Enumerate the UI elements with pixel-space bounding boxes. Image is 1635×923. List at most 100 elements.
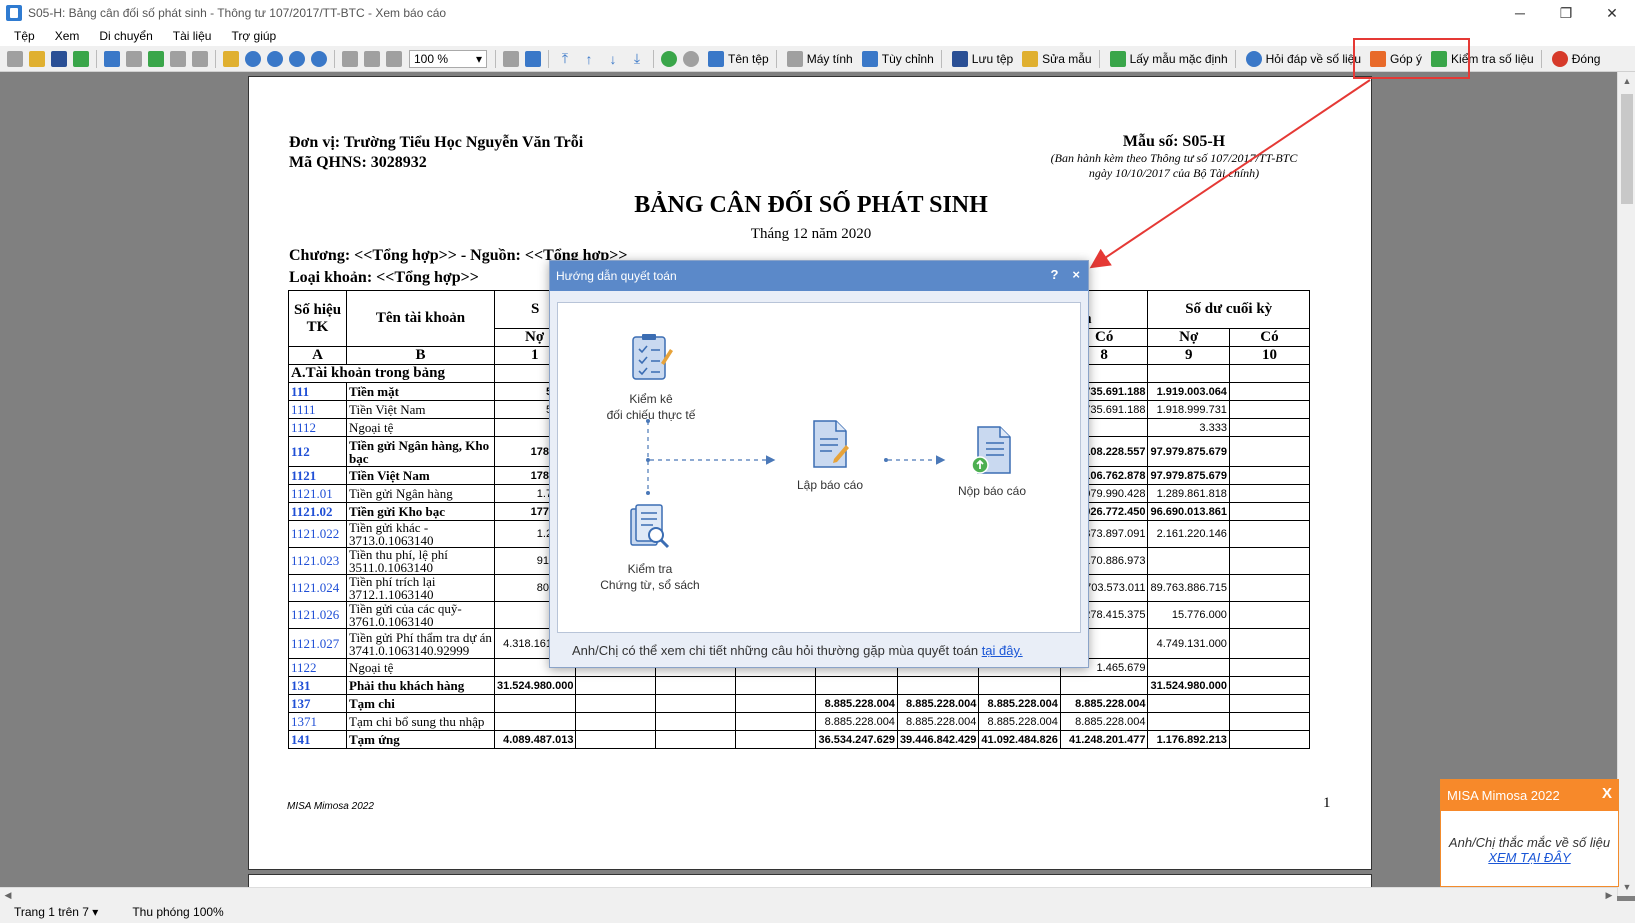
toast-link[interactable]: XEM TẠI ĐÂY xyxy=(1441,850,1618,865)
toolbar-separator xyxy=(96,49,97,68)
account-name-cell: Tạm chi xyxy=(346,694,495,713)
page-indicator-label: Trang 1 trên 7 xyxy=(14,905,89,919)
print-icon[interactable] xyxy=(7,50,23,67)
edit-template-label: Sửa mẫu xyxy=(1042,51,1092,66)
form-info: Mẫu số: S05-H (Ban hành kèm theo Thông t… xyxy=(1009,133,1339,181)
close-button[interactable]: Đóng xyxy=(1549,50,1601,67)
open-folder-icon[interactable] xyxy=(29,50,45,67)
table-cell xyxy=(1228,364,1310,383)
amount-cell xyxy=(1228,466,1310,485)
amount-cell xyxy=(896,676,980,695)
refresh-icon[interactable] xyxy=(148,50,164,67)
toast-close-icon[interactable]: X xyxy=(1602,785,1612,802)
minimize-button[interactable]: ─ xyxy=(1497,0,1543,26)
app-icon xyxy=(6,5,22,21)
undo-icon xyxy=(1109,50,1126,67)
amount-cell xyxy=(575,676,657,695)
account-name-cell: Tiền phí trích lại 3712.1.1063140 xyxy=(346,574,495,602)
data-qa-button[interactable]: Hỏi đáp về số liệu xyxy=(1243,50,1362,67)
forward-icon[interactable] xyxy=(683,50,699,67)
page-setup-icon[interactable] xyxy=(170,50,186,67)
multi-page-icon[interactable] xyxy=(525,50,541,67)
single-page-icon[interactable] xyxy=(503,50,519,67)
vertical-scrollbar[interactable]: ▲ ▼ xyxy=(1617,72,1635,896)
menu-file[interactable]: Tệp xyxy=(6,29,47,43)
last-page-icon[interactable]: ⤓ xyxy=(629,50,645,67)
menu-view[interactable]: Xem xyxy=(47,29,92,43)
amount-cell: 1.176.892.213 xyxy=(1147,730,1230,749)
fit-page-icon[interactable] xyxy=(364,50,380,67)
dialog-help-icon[interactable]: ? xyxy=(1050,267,1058,282)
back-icon[interactable] xyxy=(661,50,677,67)
account-name-cell: Tiền gửi Phí thẩm tra dự án 3741.0.10631… xyxy=(346,628,495,659)
amount-cell xyxy=(1228,712,1310,731)
account-name-cell: Tiền Việt Nam xyxy=(346,400,495,419)
export-icon[interactable] xyxy=(73,50,89,67)
amount-cell xyxy=(655,712,737,731)
zoom-out-icon[interactable] xyxy=(289,50,305,67)
edit-template-button[interactable]: Sửa mẫu xyxy=(1019,50,1092,67)
account-code-cell: 137 xyxy=(288,694,347,713)
vertical-scroll-thumb[interactable] xyxy=(1621,94,1633,204)
account-code-cell: 1111 xyxy=(288,400,347,419)
close-label: Đóng xyxy=(1571,51,1601,66)
dialog-close-icon[interactable]: × xyxy=(1072,267,1080,282)
toolbar-separator xyxy=(334,49,335,68)
amount-cell xyxy=(1228,601,1310,629)
menu-help[interactable]: Trợ giúp xyxy=(223,29,288,43)
account-name-cell: Tiền Việt Nam xyxy=(346,466,495,485)
scroll-up-icon[interactable]: ▲ xyxy=(1618,72,1635,90)
zoom-in-icon[interactable] xyxy=(267,50,283,67)
save-icon[interactable] xyxy=(51,50,67,67)
preview-icon[interactable] xyxy=(192,50,208,67)
toolbar-separator xyxy=(653,49,654,68)
amount-cell: 3.333 xyxy=(1147,418,1230,437)
form-note-1: (Ban hành kèm theo Thông tư số 107/2017/… xyxy=(1050,151,1298,165)
dialog-body: Kiểm kê đối chiếu thực tế Kiểm tra Chứng… xyxy=(557,302,1081,633)
customize-button[interactable]: Tùy chỉnh xyxy=(859,50,934,67)
file-name-button[interactable]: Tên tệp xyxy=(705,50,769,67)
page-indicator[interactable]: Trang 1 trên 7 ▾ xyxy=(14,905,98,919)
next-page-icon[interactable]: ↓ xyxy=(605,51,621,67)
table-row: 131 Phải thu khách hàng 31.524.980.000 31.5… xyxy=(288,676,1310,695)
save-file-button[interactable]: Lưu tệp xyxy=(949,50,1013,67)
scroll-left-icon[interactable]: ◀ xyxy=(0,888,16,902)
actual-size-icon[interactable] xyxy=(386,50,402,67)
menu-navigate[interactable]: Di chuyển xyxy=(91,29,164,43)
step-check-documents[interactable]: Kiểm tra Chứng từ, sổ sách xyxy=(590,503,710,593)
page-footer-brand: MISA Mimosa 2022 xyxy=(287,801,374,812)
title-bar: S05-H: Bảng cân đối số phát sinh - Thông… xyxy=(0,0,1635,26)
step-inventory[interactable]: Kiểm kê đối chiếu thực tế xyxy=(596,333,706,423)
table-icon[interactable] xyxy=(104,50,120,67)
step-create-report[interactable]: Lập báo cáo xyxy=(780,419,880,493)
fit-width-icon[interactable] xyxy=(342,50,358,67)
calculator-button[interactable]: Máy tính xyxy=(784,50,853,67)
account-code-cell: 111 xyxy=(288,382,347,401)
menu-document[interactable]: Tài liệu xyxy=(165,29,224,43)
scroll-down-icon[interactable]: ▼ xyxy=(1618,878,1635,896)
zoom-select[interactable]: 100 % ▾ xyxy=(409,49,487,68)
edit-document-icon xyxy=(813,420,849,468)
header-index-b: B xyxy=(346,346,495,365)
horizontal-scrollbar[interactable]: ◀ ▶ xyxy=(0,887,1617,901)
data-qa-label: Hỏi đáp về số liệu xyxy=(1265,51,1362,66)
account-code-cell: 1121.024 xyxy=(288,574,347,602)
amount-cell xyxy=(1228,676,1310,695)
first-page-icon[interactable]: ⤒ xyxy=(557,50,573,67)
report-period: Tháng 12 năm 2020 xyxy=(750,226,872,242)
binoculars-icon[interactable] xyxy=(126,50,142,67)
amount-cell: 31.524.980.000 xyxy=(1147,676,1230,695)
promo-toast: MISA Mimosa 2022 X Anh/Chị thắc mắc về s… xyxy=(1440,779,1619,887)
close-window-button[interactable]: ✕ xyxy=(1589,0,1635,26)
default-template-button[interactable]: Lấy mẫu mặc định xyxy=(1107,50,1228,67)
scroll-right-icon[interactable]: ▶ xyxy=(1601,888,1617,902)
step-submit-report[interactable]: Nộp báo cáo xyxy=(942,425,1042,499)
dialog-footer-link[interactable]: tại đây. xyxy=(982,643,1023,658)
zoom-icon[interactable] xyxy=(245,50,261,67)
previous-page-icon[interactable]: ↑ xyxy=(581,51,597,67)
account-code-cell: 131 xyxy=(288,676,347,695)
hand-tool-icon[interactable] xyxy=(223,50,239,67)
amount-cell xyxy=(655,676,737,695)
restore-button[interactable]: ❐ xyxy=(1543,0,1589,26)
zoom-fit-icon[interactable] xyxy=(311,50,327,67)
